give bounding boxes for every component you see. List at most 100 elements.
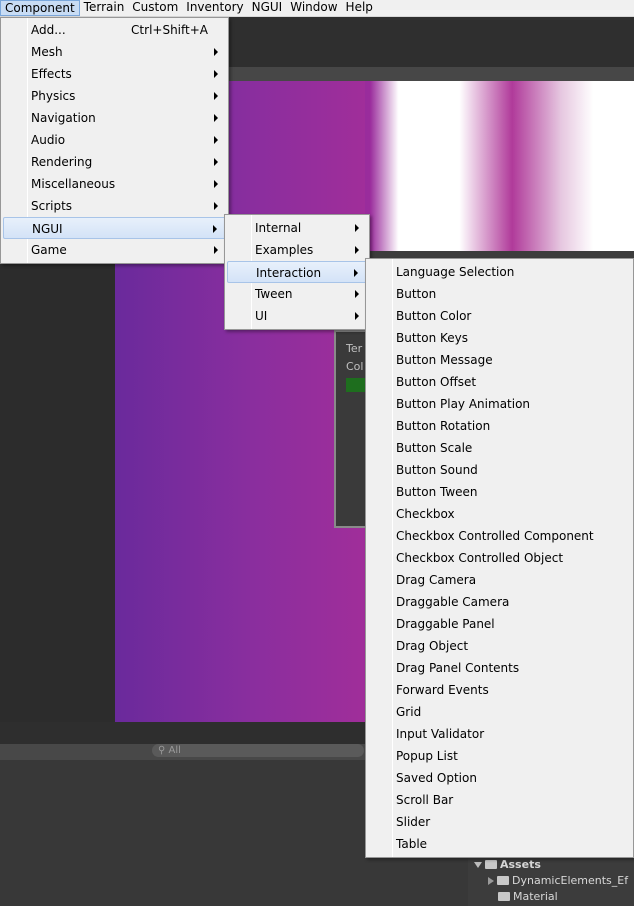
menubar-item-window[interactable]: Window [286,0,341,16]
menu-item-button-keys[interactable]: Button Keys [368,327,631,349]
submenu-arrow-icon [214,70,218,78]
menu-item-button-offset[interactable]: Button Offset [368,371,631,393]
menu-item-ngui[interactable]: NGUI [3,217,226,239]
scene-tab-strip [228,67,634,81]
hierarchy-panel [0,264,115,722]
submenu-arrow-icon [214,136,218,144]
menu-item-label: Popup List [396,749,458,763]
menu-item-add[interactable]: Add... Ctrl+Shift+A [3,19,226,41]
menu-item-label: UI [255,309,268,323]
menu-item-saved-option[interactable]: Saved Option [368,767,631,789]
menu-item-audio[interactable]: Audio [3,129,226,151]
folder-icon [497,876,509,885]
overlay-label: Ter [346,342,363,355]
menu-item-button-sound[interactable]: Button Sound [368,459,631,481]
menu-item-label: Language Selection [396,265,515,279]
menu-item-label: Checkbox Controlled Component [396,529,594,543]
menu-item-button-tween[interactable]: Button Tween [368,481,631,503]
menu-item-label: Rendering [31,155,93,169]
menu-item-button-message[interactable]: Button Message [368,349,631,371]
menu-item-label: Button Play Animation [396,397,531,411]
menu-item-examples[interactable]: Examples [227,239,367,261]
menu-item-game[interactable]: Game [3,239,226,261]
search-icon: ⚲ [158,745,166,756]
menu-item-checkbox-controlled-object[interactable]: Checkbox Controlled Object [368,547,631,569]
menu-item-checkbox-controlled-component[interactable]: Checkbox Controlled Component [368,525,631,547]
menubar-item-terrain[interactable]: Terrain [80,0,129,16]
menu-item-physics[interactable]: Physics [3,85,226,107]
collapse-arrow-icon[interactable] [488,876,494,885]
menu-item-label: Audio [31,133,66,147]
menu-item-label: Button Message [396,353,493,367]
menu-item-tween[interactable]: Tween [227,283,367,305]
menu-item-internal[interactable]: Internal [227,217,367,239]
menu-item-label: Button Color [396,309,472,323]
menu-item-label: Internal [255,221,302,235]
menu-item-miscellaneous[interactable]: Miscellaneous [3,173,226,195]
menu-item-label: Slider [396,815,431,829]
menu-item-forward-events[interactable]: Forward Events [368,679,631,701]
menubar-item-inventory[interactable]: Inventory [182,0,247,16]
expand-arrow-icon[interactable] [474,861,482,868]
menu-item-interaction[interactable]: Interaction [227,261,367,283]
menu-item-rendering[interactable]: Rendering [3,151,226,173]
menu-item-label: NGUI [32,222,63,236]
menu-item-drag-object[interactable]: Drag Object [368,635,631,657]
menu-item-navigation[interactable]: Navigation [3,107,226,129]
menu-item-checkbox[interactable]: Checkbox [368,503,631,525]
submenu-arrow-icon [355,246,359,254]
submenu-arrow-icon [213,225,217,233]
menu-item-slider[interactable]: Slider [368,811,631,833]
menu-item-ui[interactable]: UI [227,305,367,327]
menu-item-popup-list[interactable]: Popup List [368,745,631,767]
menu-item-label: Effects [31,67,72,81]
menu-item-draggable-camera[interactable]: Draggable Camera [368,591,631,613]
menu-item-label: Button Tween [396,485,478,499]
component-menu: Add... Ctrl+Shift+A Mesh Effects Physics Navi… [0,17,229,264]
menu-item-input-validator[interactable]: Input Validator [368,723,631,745]
menu-item-label: Add... [31,23,66,37]
menu-item-scripts[interactable]: Scripts [3,195,226,217]
menu-item-table[interactable]: Table [368,833,631,855]
menu-item-label: Button Keys [396,331,469,345]
menu-item-label: Input Validator [396,727,485,741]
menu-item-drag-camera[interactable]: Drag Camera [368,569,631,591]
project-tree: Assets DynamicElements_Ef Material [468,856,634,906]
menubar-item-ngui[interactable]: NGUI [248,0,287,16]
menu-item-label: Navigation [31,111,96,125]
menu-item-mesh[interactable]: Mesh [3,41,226,63]
menu-item-label: Grid [396,705,422,719]
menu-item-button-rotation[interactable]: Button Rotation [368,415,631,437]
menubar-item-help[interactable]: Help [342,0,377,16]
menu-item-label: Game [31,243,67,257]
tree-item-folder[interactable]: Material [498,890,558,903]
unity-editor-window: Ter Col ⚲ All Assets DynamicElements_Ef … [0,0,634,906]
menu-item-effects[interactable]: Effects [3,63,226,85]
ngui-submenu: Internal Examples Interaction Tween UI [224,214,370,330]
tree-item-label: Assets [500,858,541,871]
tree-item-assets[interactable]: Assets [474,858,541,871]
menu-item-button[interactable]: Button [368,283,631,305]
menu-item-button-color[interactable]: Button Color [368,305,631,327]
menubar-item-custom[interactable]: Custom [128,0,182,16]
folder-icon [485,860,497,869]
menu-item-label: Drag Object [396,639,469,653]
submenu-arrow-icon [214,202,218,210]
menu-item-button-play-animation[interactable]: Button Play Animation [368,393,631,415]
menu-item-drag-panel-contents[interactable]: Drag Panel Contents [368,657,631,679]
menu-item-button-scale[interactable]: Button Scale [368,437,631,459]
menu-item-label: Button Sound [396,463,478,477]
menu-item-language-selection[interactable]: Language Selection [368,261,631,283]
folder-icon [498,892,510,901]
submenu-arrow-icon [214,114,218,122]
menu-item-scroll-bar[interactable]: Scroll Bar [368,789,631,811]
menu-item-label: Physics [31,89,76,103]
menu-item-label: Miscellaneous [31,177,116,191]
menubar-item-component[interactable]: Component [0,0,80,16]
tree-item-folder[interactable]: DynamicElements_Ef [488,874,628,887]
menu-item-grid[interactable]: Grid [368,701,631,723]
menu-item-shortcut: Ctrl+Shift+A [131,23,208,37]
menu-item-draggable-panel[interactable]: Draggable Panel [368,613,631,635]
menu-item-label: Checkbox Controlled Object [396,551,564,565]
project-search-input[interactable]: ⚲ All [152,744,364,757]
